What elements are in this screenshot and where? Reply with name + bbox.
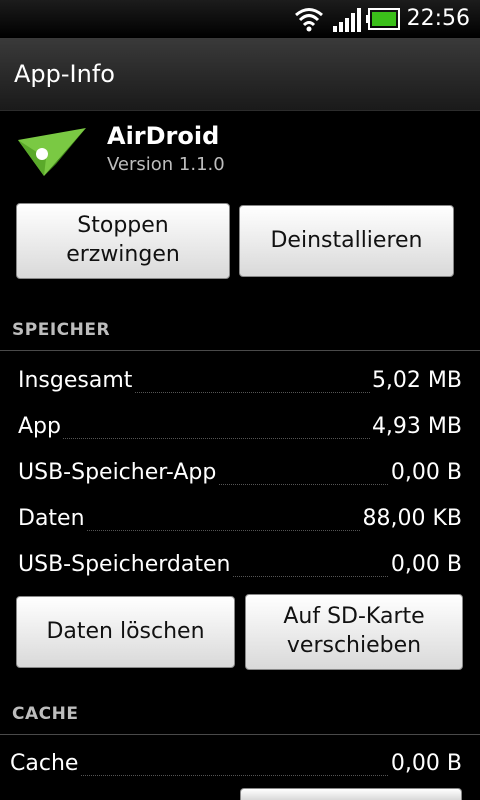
uninstall-label: Deinstallieren xyxy=(270,227,423,253)
storage-row-usb-data: USB-Speicherdaten 0,00 B xyxy=(18,546,462,586)
title-bar: App-Info xyxy=(0,38,480,111)
force-stop-button[interactable]: Stoppen erzwingen xyxy=(16,203,230,279)
row-value: 88,00 KB xyxy=(360,506,462,531)
force-stop-label: Stoppen erzwingen xyxy=(66,213,180,267)
row-value: 4,93 MB xyxy=(369,414,462,439)
row-label: Insgesamt xyxy=(18,368,135,393)
storage-section-header: SPEICHER xyxy=(0,310,480,351)
app-name: AirDroid xyxy=(107,122,220,150)
row-label: USB-Speicher-App xyxy=(18,460,219,485)
page-title: App-Info xyxy=(14,60,115,88)
clear-data-label: Daten löschen xyxy=(46,618,205,644)
row-label: USB-Speicherdaten xyxy=(18,552,233,577)
storage-row-app: App 4,93 MB xyxy=(18,408,462,448)
move-to-sd-label: Auf SD-Karte verschieben xyxy=(283,604,425,658)
row-label: Cache xyxy=(10,751,81,776)
row-value: 0,00 B xyxy=(388,552,462,577)
clear-data-button[interactable]: Daten löschen xyxy=(16,596,235,668)
status-bar: 22:56 xyxy=(0,0,480,38)
storage-row-total: Insgesamt 5,02 MB xyxy=(18,362,462,402)
cache-row: Cache 0,00 B xyxy=(10,745,462,785)
cache-section-header: CACHE xyxy=(0,694,480,735)
app-header: AirDroid Version 1.1.0 xyxy=(0,110,480,198)
move-to-sd-button[interactable]: Auf SD-Karte verschieben xyxy=(245,594,463,670)
row-value: 0,00 B xyxy=(388,460,462,485)
app-version: Version 1.1.0 xyxy=(107,154,225,175)
battery-icon xyxy=(366,8,400,30)
uninstall-button[interactable]: Deinstallieren xyxy=(239,205,454,277)
cache-header-label: CACHE xyxy=(12,704,79,724)
status-time: 22:56 xyxy=(406,6,470,31)
row-value: 5,02 MB xyxy=(369,368,462,393)
row-value: 0,00 B xyxy=(388,751,462,776)
storage-header-label: SPEICHER xyxy=(12,320,111,340)
row-label: Daten xyxy=(18,506,87,531)
wifi-icon xyxy=(295,8,323,32)
signal-icon xyxy=(333,8,361,32)
storage-row-usb-app: USB-Speicher-App 0,00 B xyxy=(18,454,462,494)
row-label: App xyxy=(18,414,63,439)
clear-cache-button[interactable] xyxy=(240,788,462,800)
airdroid-logo-icon xyxy=(18,128,86,176)
storage-row-data: Daten 88,00 KB xyxy=(18,500,462,540)
